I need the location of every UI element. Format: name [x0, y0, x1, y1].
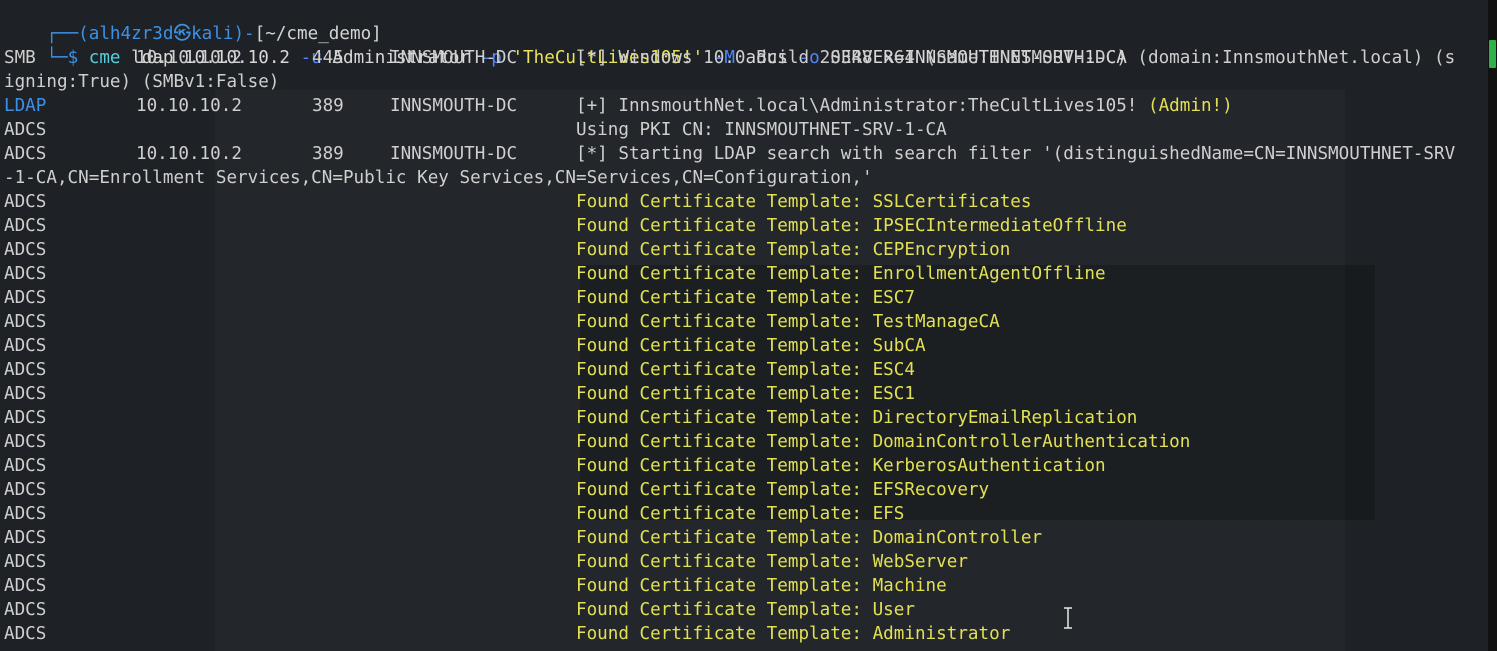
output-protocol: LDAP [4, 96, 47, 116]
output-message: [*] Starting LDAP search with search fil… [576, 144, 1456, 164]
template-line: ADCS Found Certificate Template: Kerberos… [4, 454, 1484, 478]
template-name: Found Certificate Template: DomainContro… [576, 528, 1043, 548]
scrollbar[interactable] [1488, 0, 1497, 651]
output-protocol: ADCS [4, 384, 47, 404]
output-line: -1-CA,CN=Enrollment Services,CN=Public K… [4, 166, 1484, 190]
template-name: Found Certificate Template: SubCA [576, 336, 926, 356]
output-protocol: ADCS [4, 552, 47, 572]
output-message: [+] InnsmouthNet.local\Administrator:The… [576, 96, 1233, 116]
output-protocol: ADCS [4, 504, 47, 524]
template-name: Found Certificate Template: Administrato… [576, 624, 1011, 644]
output-ip: 10.10.10.2 [136, 144, 242, 164]
template-name: Found Certificate Template: Machine [576, 576, 947, 596]
output-message: Using PKI CN: INNSMOUTHNET-SRV-1-CA [576, 120, 947, 140]
template-line: ADCS Found Certificate Template: EFS [4, 502, 1484, 526]
scrollbar-thumb[interactable] [1489, 40, 1496, 68]
output-message: [*] Windows 10.0 Build 20348 x64 (name:I… [576, 48, 1456, 68]
output-port: 445 [312, 48, 344, 68]
ibeam-cursor-icon [1064, 607, 1072, 629]
output-port: 389 [312, 96, 344, 116]
output-port: 389 [312, 144, 344, 164]
output-protocol: ADCS [4, 576, 47, 596]
output-protocol: ADCS [4, 480, 47, 500]
template-name: Found Certificate Template: WebServer [576, 552, 968, 572]
template-line: ADCS Found Certificate Template: Administ… [4, 622, 1484, 646]
template-name: Found Certificate Template: DirectoryEma… [576, 408, 1138, 428]
output-line: LDAP 10.10.10.2 389 INNSMOUTH-DC [+] Innsmou… [4, 94, 1484, 118]
template-line: ADCS Found Certificate Template: Enrollme… [4, 262, 1484, 286]
template-name: Found Certificate Template: ESC1 [576, 384, 915, 404]
template-line: ADCS Found Certificate Template: IPSECInt… [4, 214, 1484, 238]
output-protocol: ADCS [4, 624, 47, 644]
output-continuation: igning:True) (SMBv1:False) [4, 72, 280, 92]
template-line: ADCS Found Certificate Template: User [4, 598, 1484, 622]
output-line: ADCS 10.10.10.2 389 INNSMOUTH-DC [*] Startin… [4, 142, 1484, 166]
template-line: ADCS Found Certificate Template: DomainCo… [4, 526, 1484, 550]
template-line: ADCS Found Certificate Template: ESC1 [4, 382, 1484, 406]
output-protocol: ADCS [4, 144, 47, 164]
template-line: ADCS Found Certificate Template: EFSRecov… [4, 478, 1484, 502]
output-ip: 10.10.10.2 [136, 48, 242, 68]
template-line: ADCS Found Certificate Template: DomainCo… [4, 430, 1484, 454]
template-name: Found Certificate Template: SSLCertifica… [576, 192, 1032, 212]
template-name: Found Certificate Template: ESC7 [576, 288, 915, 308]
command-line: └─$ cme ldap 10.10.10.2 -u Administrator… [4, 22, 1126, 68]
output-protocol: ADCS [4, 312, 47, 332]
template-line: ADCS Found Certificate Template: TestMana… [4, 310, 1484, 334]
template-name: Found Certificate Template: KerberosAuth… [576, 456, 1106, 476]
output-line: ADCS Using PKI CN: INNSMOUTHNET-SRV-1-CA [4, 118, 1484, 142]
template-name: Found Certificate Template: ESC4 [576, 360, 915, 380]
output-protocol: ADCS [4, 456, 47, 476]
output-protocol: SMB [4, 48, 36, 68]
admin-badge: (Admin!) [1148, 96, 1233, 116]
output-protocol: ADCS [4, 192, 47, 212]
template-line: ADCS Found Certificate Template: ESC4 [4, 358, 1484, 382]
output-protocol: ADCS [4, 288, 47, 308]
output-continuation: -1-CA,CN=Enrollment Services,CN=Public K… [4, 168, 873, 188]
template-line: ADCS Found Certificate Template: Machine [4, 574, 1484, 598]
output-protocol: ADCS [4, 216, 47, 236]
template-name: Found Certificate Template: EFSRecovery [576, 480, 990, 500]
output-line: igning:True) (SMBv1:False) [4, 70, 1484, 94]
template-name: Found Certificate Template: EnrollmentAg… [576, 264, 1106, 284]
output-protocol: ADCS [4, 432, 47, 452]
template-line: ADCS Found Certificate Template: ESC7 [4, 286, 1484, 310]
output-protocol: ADCS [4, 264, 47, 284]
template-line: ADCS Found Certificate Template: SubCA [4, 334, 1484, 358]
template-name: Found Certificate Template: EFS [576, 504, 905, 524]
output-protocol: ADCS [4, 528, 47, 548]
prompt-line: ┌──(alh4zr3d㉿kali)-[~/cme_demo] [4, 0, 381, 44]
output-host: INNSMOUTH-DC [390, 96, 518, 116]
template-line: ADCS Found Certificate Template: Director… [4, 406, 1484, 430]
template-name: Found Certificate Template: IPSECInterme… [576, 216, 1127, 236]
output-protocol: ADCS [4, 360, 47, 380]
template-name: Found Certificate Template: DomainContro… [576, 432, 1191, 452]
template-name: Found Certificate Template: TestManageCA [576, 312, 1000, 332]
output-protocol: ADCS [4, 408, 47, 428]
output-protocol: ADCS [4, 240, 47, 260]
output-host: INNSMOUTH-DC [390, 48, 518, 68]
template-line: ADCS Found Certificate Template: WebServe… [4, 550, 1484, 574]
output-ip: 10.10.10.2 [136, 96, 242, 116]
output-protocol: ADCS [4, 120, 47, 140]
output-line: SMB 10.10.10.2 445 INNSMOUTH-DC [*] Windows … [4, 46, 1484, 70]
output-protocol: ADCS [4, 336, 47, 356]
template-name: Found Certificate Template: CEPEncryptio… [576, 240, 1011, 260]
output-protocol: ADCS [4, 600, 47, 620]
output-host: INNSMOUTH-DC [390, 144, 518, 164]
template-line: ADCS Found Certificate Template: CEPEncry… [4, 238, 1484, 262]
terminal-output[interactable]: ┌──(alh4zr3d㉿kali)-[~/cme_demo] └─$ cme … [4, 0, 1497, 651]
template-name: Found Certificate Template: User [576, 600, 915, 620]
template-line: ADCS Found Certificate Template: SSLCerti… [4, 190, 1484, 214]
